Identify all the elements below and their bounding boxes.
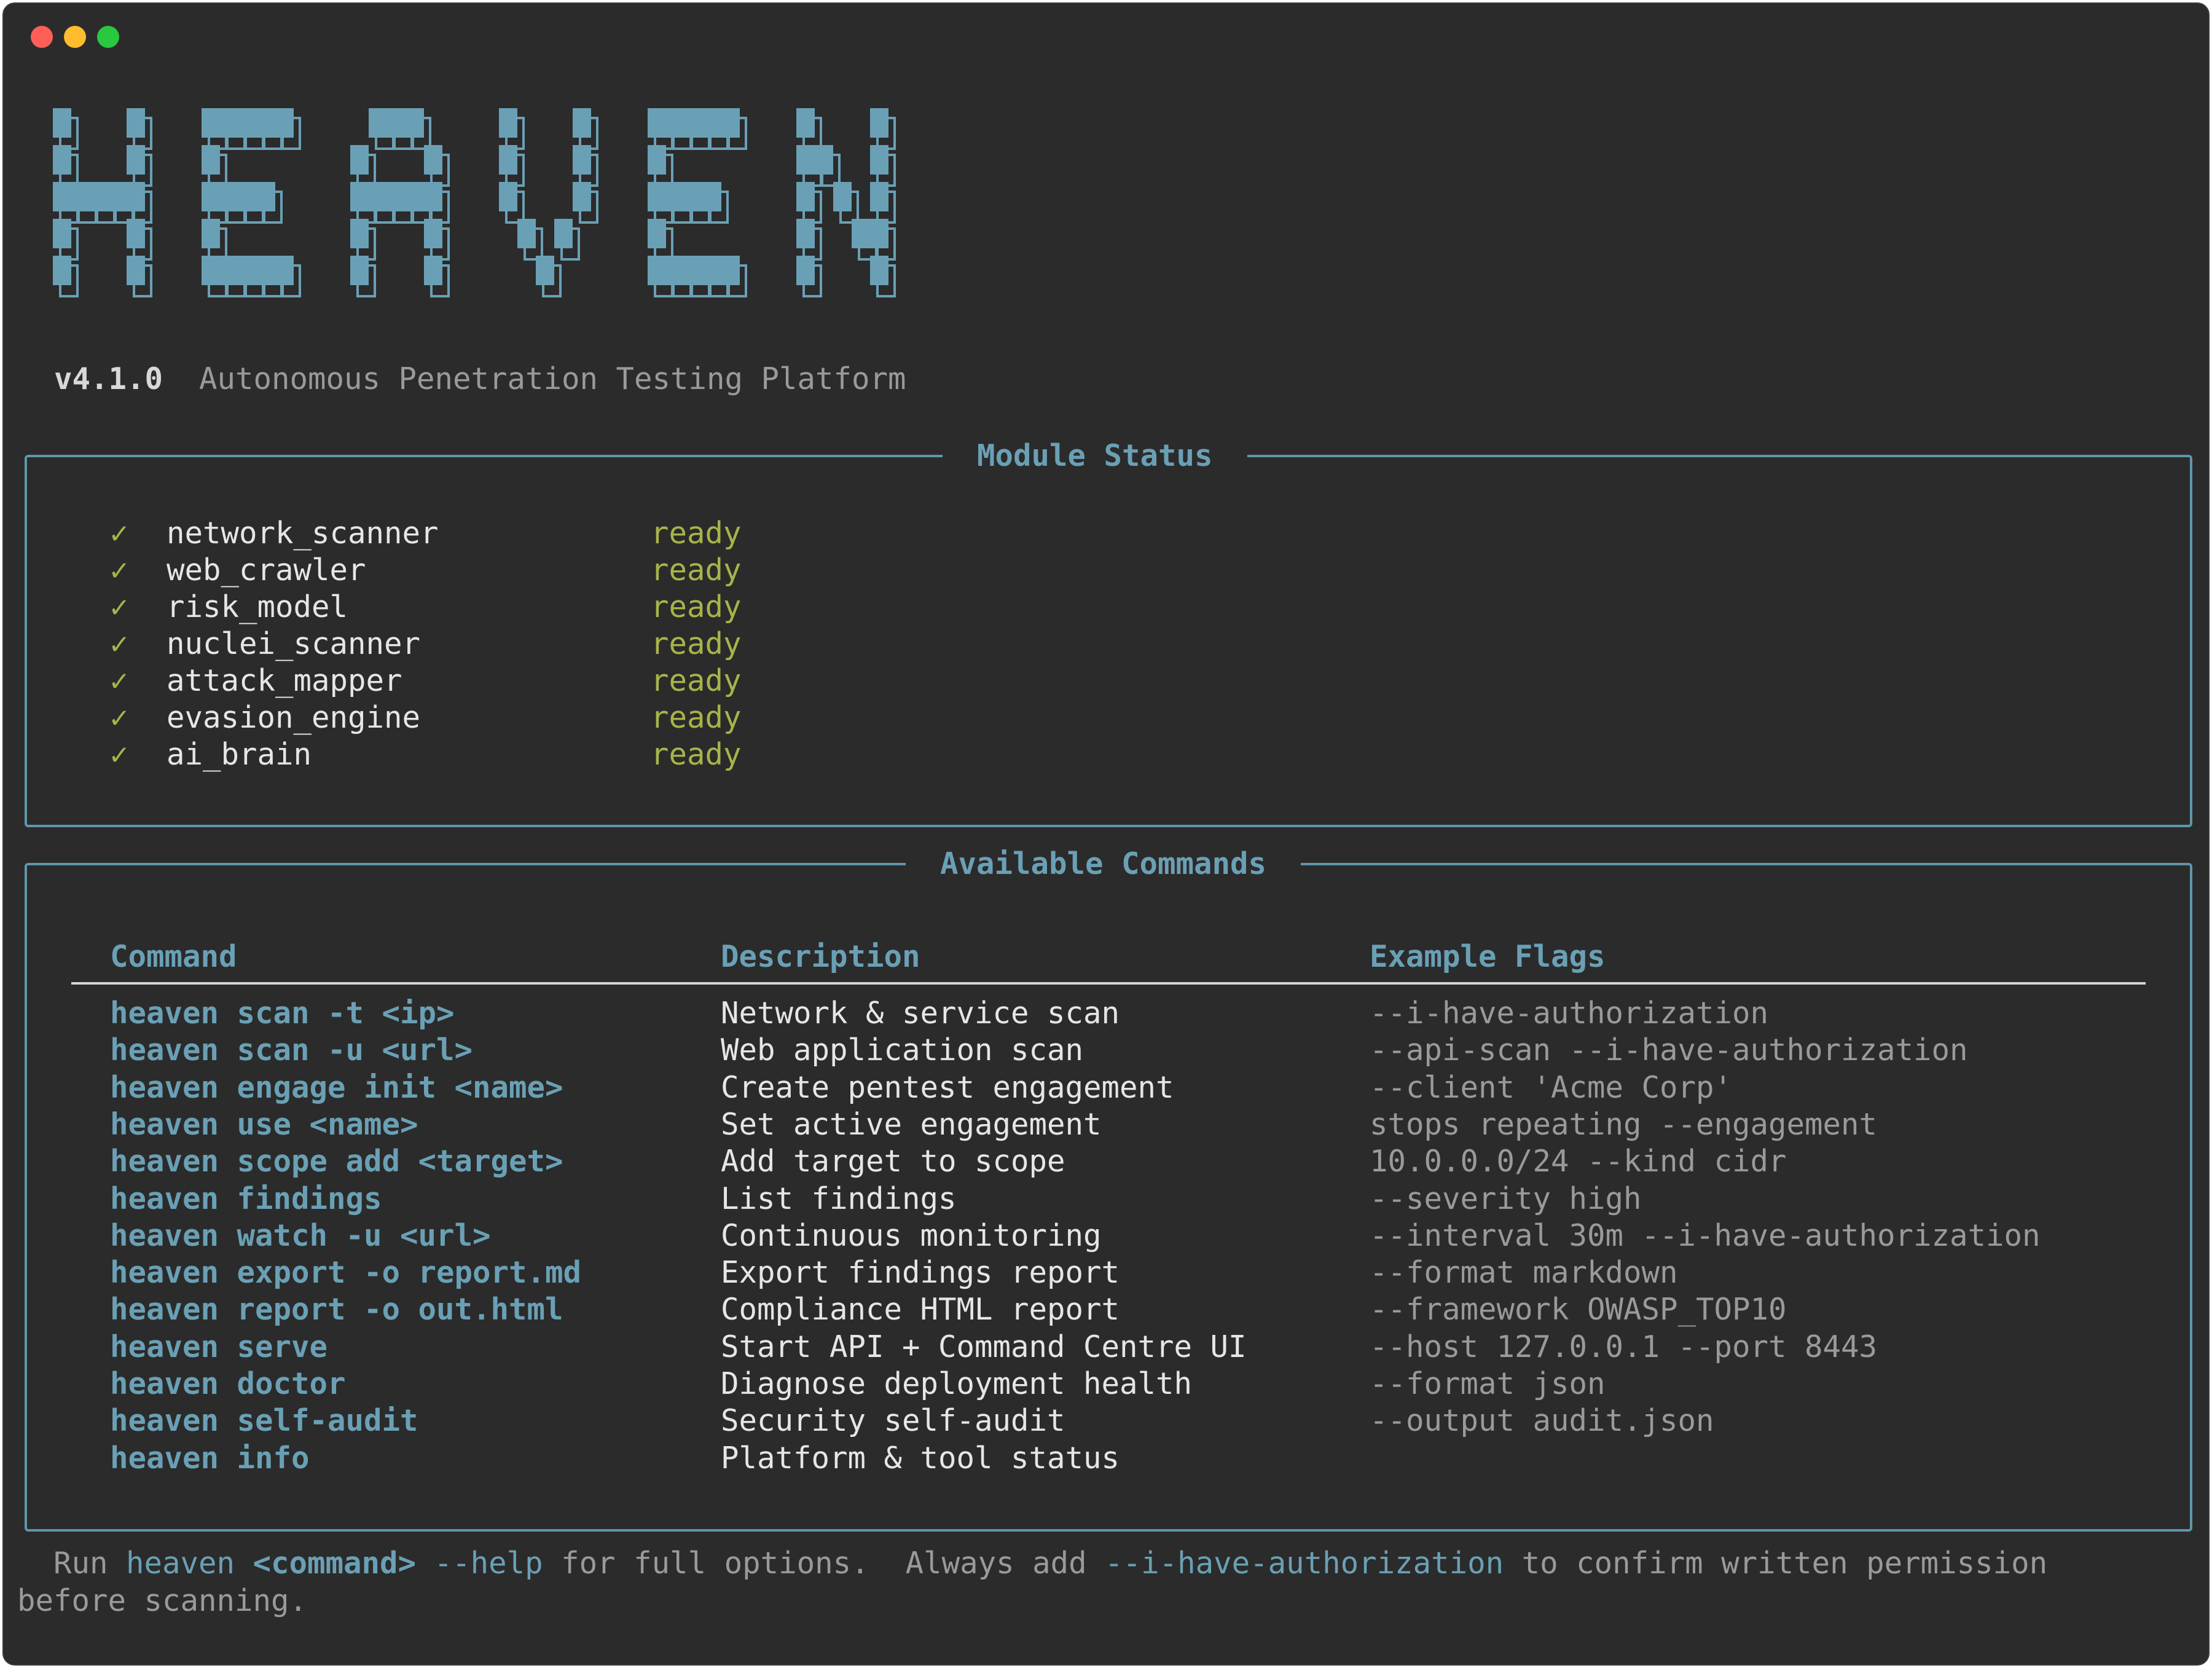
check-icon: ✓	[110, 700, 128, 735]
command-row: heaven self-audit Security self-audit --ou…	[27, 1402, 2190, 1439]
command-text: heaven watch -u <url>	[110, 1218, 491, 1253]
check-icon: ✓	[110, 626, 128, 661]
command-description: Platform & tool status	[721, 1440, 1120, 1476]
version-line: v4.1.0 Autonomous Penetration Testing Pl…	[54, 361, 906, 396]
command-row: heaven doctor Diagnose deployment health -…	[27, 1366, 2190, 1402]
command-flags: stops repeating --engagement	[1370, 1106, 1878, 1142]
footer-help-flag: --help	[434, 1546, 543, 1581]
check-icon: ✓	[110, 516, 128, 551]
check-icon: ✓	[110, 553, 128, 588]
command-flags: --format markdown	[1370, 1255, 1678, 1291]
module-status: ready	[651, 516, 742, 551]
terminal-window: v4.1.0 Autonomous Penetration Testing Pl…	[2, 2, 2210, 1666]
command-description: Web application scan	[721, 1033, 1084, 1068]
command-flags: --host 127.0.0.1 --port 8443	[1370, 1329, 1878, 1364]
module-name: ai_brain	[167, 737, 312, 772]
module-status: ready	[651, 737, 742, 772]
command-row: heaven watch -u <url> Continuous monitori…	[27, 1218, 2190, 1254]
module-name: nuclei_scanner	[167, 626, 421, 661]
command-flags: --output audit.json	[1370, 1403, 1714, 1439]
check-icon: ✓	[110, 737, 128, 772]
command-row: heaven scope add <target> Add target to s…	[27, 1143, 2190, 1180]
flags-column-header: Example Flags	[1370, 939, 1606, 974]
command-flags: --api-scan --i-have-authorization	[1370, 1033, 1968, 1068]
version-label: v4.1.0	[54, 361, 163, 396]
module-status: ready	[651, 589, 742, 624]
command-description: Continuous monitoring	[721, 1218, 1102, 1253]
command-description: List findings	[721, 1181, 957, 1216]
module-name: risk_model	[167, 589, 348, 624]
command-description: Export findings report	[721, 1255, 1120, 1291]
footer-heaven: heaven	[126, 1546, 235, 1581]
command-description: Network & service scan	[721, 996, 1120, 1031]
module-status: ready	[651, 700, 742, 735]
command-description: Security self-audit	[721, 1403, 1065, 1439]
command-flags: --client 'Acme Corp'	[1370, 1069, 1733, 1105]
command-description: Compliance HTML report	[721, 1292, 1120, 1328]
check-icon: ✓	[110, 663, 128, 698]
command-flags: 10.0.0.0/24 --kind cidr	[1370, 1144, 1787, 1179]
module-name: web_crawler	[167, 553, 366, 588]
module-name: evasion_engine	[167, 700, 421, 735]
command-text: heaven self-audit	[110, 1403, 418, 1439]
command-text: heaven findings	[110, 1181, 382, 1216]
maximize-button[interactable]	[97, 26, 119, 48]
command-column-header: Command	[110, 939, 237, 974]
close-button[interactable]	[31, 26, 53, 48]
command-flags: --severity high	[1370, 1181, 1642, 1216]
command-row: heaven scan -u <url> Web application scan…	[27, 1032, 2190, 1069]
footer-command-arg: <command>	[253, 1546, 417, 1581]
command-text: heaven serve	[110, 1329, 328, 1364]
module-name: attack_mapper	[167, 663, 402, 698]
command-description: Set active engagement	[721, 1106, 1102, 1142]
command-description: Add target to scope	[721, 1144, 1065, 1179]
module-status-title: Module Status	[943, 438, 1247, 474]
command-flags: --framework OWASP_TOP10	[1370, 1292, 1787, 1328]
command-row: heaven export -o report.md Export finding…	[27, 1254, 2190, 1291]
commands-panel: Available Commands Command Description E…	[25, 846, 2192, 1532]
command-row: heaven engage init <name> Create pentest …	[27, 1069, 2190, 1106]
command-row: heaven findings List findings --severity h…	[27, 1181, 2190, 1218]
command-flags: --interval 30m --i-have-authorization	[1370, 1218, 2041, 1253]
command-text: heaven use <name>	[110, 1106, 418, 1142]
command-row: heaven serve Start API + Command Centre U…	[27, 1329, 2190, 1366]
module-status: ready	[651, 626, 742, 661]
minimize-button[interactable]	[64, 26, 86, 48]
module-status: ready	[651, 553, 742, 588]
command-text: heaven doctor	[110, 1366, 346, 1401]
command-text: heaven export -o report.md	[110, 1255, 582, 1291]
module-status: ready	[651, 663, 742, 698]
command-text: heaven report -o out.html	[110, 1292, 563, 1328]
command-description: Create pentest engagement	[721, 1069, 1174, 1105]
command-row: heaven info Platform & tool status	[27, 1440, 2190, 1477]
command-description: Diagnose deployment health	[721, 1366, 1193, 1401]
command-flags: --format json	[1370, 1366, 1606, 1401]
commands-title: Available Commands	[906, 846, 1301, 883]
command-text: heaven engage init <name>	[110, 1069, 563, 1105]
module-status-panel: Module Status ✓ network_scanner ready ✓ web_…	[25, 438, 2192, 827]
footer-auth-flag: --i-have-authorization	[1105, 1546, 1504, 1581]
description-column-header: Description	[721, 939, 920, 974]
command-text: heaven scope add <target>	[110, 1144, 563, 1179]
help-footer: Run heaven <command> --help for full opt…	[17, 1544, 2205, 1619]
command-row: heaven use <name> Set active engagement st…	[27, 1106, 2190, 1143]
command-description: Start API + Command Centre UI	[721, 1329, 1247, 1364]
check-icon: ✓	[110, 589, 128, 624]
command-row: heaven report -o out.html Compliance HTML…	[27, 1291, 2190, 1328]
footer-run-text: Run	[17, 1546, 127, 1581]
tagline: Autonomous Penetration Testing Platform	[199, 361, 906, 396]
command-row: heaven scan -t <ip> Network & service sca…	[27, 995, 2190, 1032]
module-name: network_scanner	[167, 516, 439, 551]
command-text: heaven scan -t <ip>	[110, 996, 455, 1031]
command-text: heaven info	[110, 1440, 310, 1476]
footer-middle-text: for full options. Always add	[543, 1546, 1105, 1581]
header-divider	[71, 982, 2146, 985]
command-flags: --i-have-authorization	[1370, 996, 1769, 1031]
command-text: heaven scan -u <url>	[110, 1033, 473, 1068]
